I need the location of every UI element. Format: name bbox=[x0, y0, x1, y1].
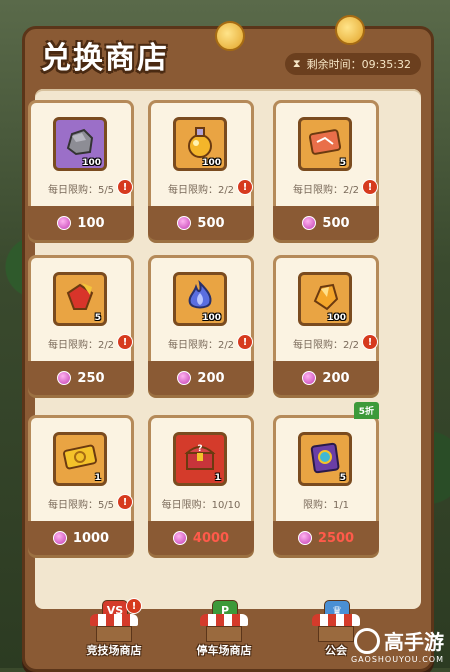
item-quantity: 1 bbox=[94, 473, 101, 483]
price-amount: 200 bbox=[322, 370, 350, 386]
buy-button[interactable]: 4000 bbox=[148, 521, 254, 555]
buy-button[interactable]: 100 bbox=[28, 206, 134, 240]
gem-currency-icon bbox=[52, 531, 67, 545]
item-icon-frame: 5 bbox=[298, 432, 352, 486]
buy-button[interactable]: 200 bbox=[148, 361, 254, 395]
buy-button[interactable]: 250 bbox=[28, 361, 134, 395]
price-amount: 500 bbox=[197, 215, 225, 231]
buy-button[interactable]: 2500 bbox=[273, 521, 379, 555]
price-amount: 1000 bbox=[72, 530, 110, 546]
shop-item-card-amber-crystal[interactable]: 100 每日限购：2/2! 200 bbox=[273, 255, 379, 395]
item-quantity: 5 bbox=[94, 313, 101, 323]
page-title: 兑换商店 bbox=[41, 41, 169, 76]
gold-ticket-icon bbox=[62, 439, 98, 479]
treasure-chest-icon: ? bbox=[182, 439, 218, 479]
watermark: 高手游 GAOSHOUYOU.COM bbox=[351, 626, 444, 664]
purchase-limit: 每日限购：2/2 bbox=[167, 340, 235, 351]
price-amount: 250 bbox=[77, 370, 105, 386]
alert-badge-icon: ! bbox=[117, 334, 133, 350]
gem-currency-icon bbox=[172, 531, 187, 545]
watermark-logo-icon bbox=[354, 627, 380, 654]
tab-shop-1[interactable]: P 停车场商店 bbox=[178, 600, 270, 658]
gem-currency-icon bbox=[57, 371, 72, 385]
item-icon-frame: 5 bbox=[298, 117, 352, 171]
item-quantity: 100 bbox=[202, 313, 221, 323]
shop-item-card-treasure-chest[interactable]: ? 1 每日限购：10/10 4000 bbox=[148, 415, 254, 555]
price-amount: 2500 bbox=[317, 530, 355, 546]
buy-button[interactable]: 200 bbox=[273, 361, 379, 395]
price-amount: 100 bbox=[77, 215, 105, 231]
item-icon-frame: 1 bbox=[53, 432, 107, 486]
item-icon-frame: 100 bbox=[53, 117, 107, 171]
ticket-card-icon bbox=[307, 124, 343, 164]
shop-stall-icon: P bbox=[200, 600, 248, 642]
gem-currency-icon bbox=[297, 531, 312, 545]
spell-book-icon bbox=[307, 439, 343, 479]
watermark-brand: 高手游 bbox=[384, 630, 444, 654]
item-icon-frame: 100 bbox=[173, 117, 227, 171]
shop-item-card-red-gem[interactable]: 5 每日限购：2/2! 250 bbox=[28, 255, 134, 395]
svg-text:?: ? bbox=[197, 444, 202, 454]
gem-currency-icon bbox=[177, 216, 192, 230]
item-icon-frame: 5 bbox=[53, 272, 107, 326]
tab-label: 停车场商店 bbox=[196, 644, 252, 657]
watermark-url: GAOSHOUYOU.COM bbox=[350, 655, 444, 664]
item-quantity: 5 bbox=[339, 473, 346, 483]
purchase-limit: 限购：1/1 bbox=[302, 500, 350, 511]
shop-item-card-spell-book[interactable]: 5折 5 限购：1/1 2500 bbox=[273, 402, 379, 555]
item-quantity: 5 bbox=[339, 158, 346, 168]
alert-badge-icon: ! bbox=[237, 179, 253, 195]
buy-button[interactable]: 1000 bbox=[28, 521, 134, 555]
item-quantity: 100 bbox=[82, 158, 101, 168]
price-amount: 4000 bbox=[192, 530, 230, 546]
purchase-limit: 每日限购：10/10 bbox=[161, 500, 241, 511]
discount-badge: 5折 bbox=[353, 402, 379, 419]
buy-button[interactable]: 500 bbox=[273, 206, 379, 240]
tab-shop-0[interactable]: VS ! 竞技场商店 bbox=[68, 598, 160, 658]
shop-header: 兑换商店 ⧗ 剩余时间：09:35:32 bbox=[25, 29, 431, 81]
purchase-limit: 每日限购：5/5 bbox=[47, 185, 115, 196]
purchase-limit: 每日限购：2/2 bbox=[292, 185, 360, 196]
buy-button[interactable]: 500 bbox=[148, 206, 254, 240]
shop-item-card-gold-ticket[interactable]: 1 每日限购：5/5! 1000 bbox=[28, 415, 134, 555]
item-quantity: 1 bbox=[214, 473, 221, 483]
purchase-limit: 每日限购：5/5 bbox=[47, 500, 115, 511]
item-icon-frame: ? 1 bbox=[173, 432, 227, 486]
alert-badge-icon: ! bbox=[237, 334, 253, 350]
alert-badge-icon: ! bbox=[117, 494, 133, 510]
shop-item-card-ticket-card[interactable]: 5 每日限购：2/2! 500 bbox=[273, 100, 379, 240]
alert-badge-icon: ! bbox=[362, 179, 378, 195]
tab-label: 竞技场商店 bbox=[86, 644, 142, 657]
item-quantity: 100 bbox=[327, 313, 346, 323]
purchase-limit: 每日限购：2/2 bbox=[292, 340, 360, 351]
shop-item-card-blue-flame[interactable]: 100 每日限购：2/2! 200 bbox=[148, 255, 254, 395]
item-quantity: 100 bbox=[202, 158, 221, 168]
gem-currency-icon bbox=[302, 216, 317, 230]
timer-label: 剩余时间：09:35:32 bbox=[306, 58, 411, 71]
hourglass-icon: ⧗ bbox=[292, 57, 301, 70]
price-amount: 500 bbox=[322, 215, 350, 231]
item-icon-frame: 100 bbox=[173, 272, 227, 326]
purchase-limit: 每日限购：2/2 bbox=[167, 185, 235, 196]
alert-badge-icon: ! bbox=[362, 334, 378, 350]
red-gem-icon bbox=[62, 279, 98, 319]
gem-currency-icon bbox=[57, 216, 72, 230]
alert-badge-icon: ! bbox=[126, 598, 142, 614]
gem-currency-icon bbox=[177, 371, 192, 385]
shop-item-card-stone[interactable]: 100 每日限购：5/5! 100 bbox=[28, 100, 134, 240]
shop-item-card-potion[interactable]: 100 每日限购：2/2! 500 bbox=[148, 100, 254, 240]
alert-badge-icon: ! bbox=[117, 179, 133, 195]
item-icon-frame: 100 bbox=[298, 272, 352, 326]
price-amount: 200 bbox=[197, 370, 225, 386]
countdown-timer: ⧗ 剩余时间：09:35:32 bbox=[284, 53, 421, 75]
purchase-limit: 每日限购：2/2 bbox=[47, 340, 115, 351]
gem-currency-icon bbox=[302, 371, 317, 385]
